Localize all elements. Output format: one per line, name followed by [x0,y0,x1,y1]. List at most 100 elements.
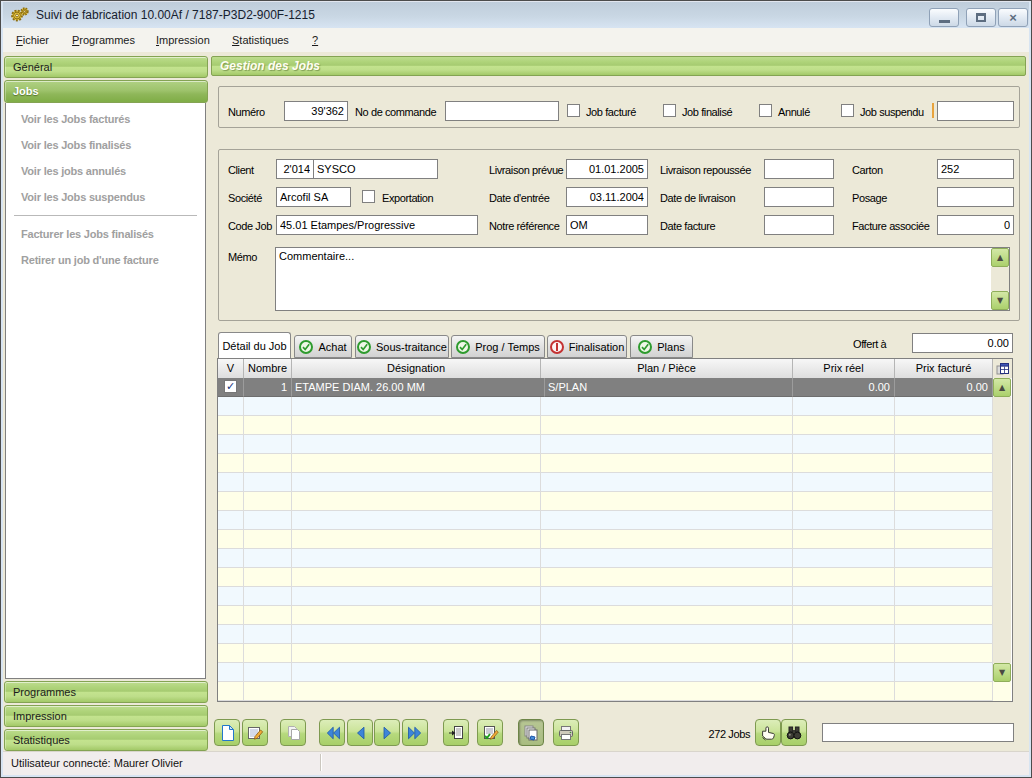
print-button[interactable] [553,719,579,746]
column-settings-button[interactable] [993,359,1012,378]
row-checkbox[interactable]: ✓ [224,380,237,393]
date-facture-input[interactable] [764,215,834,235]
client-name-input[interactable] [313,159,438,179]
table-scroll-track[interactable] [993,397,1011,663]
no-commande-input[interactable] [445,101,559,121]
tab-sous-traitance[interactable]: Sous-traitance [355,335,449,358]
column-header-4[interactable]: Prix réel [793,359,895,378]
code-job-input[interactable] [276,215,478,235]
menu-item-programmes[interactable]: Programmes [72,28,135,50]
sidebar-section-general[interactable]: Général [4,56,208,78]
societe-input[interactable] [276,187,351,207]
copy-document-icon [284,724,302,742]
suspendu-info-input[interactable] [937,101,1014,121]
edit-button[interactable] [242,719,268,746]
table-scroll-up-button[interactable]: ▲ [993,378,1011,397]
tab-label: Achat [318,341,346,353]
memo-textarea[interactable]: Commentaire... [275,247,1010,311]
code-job-label: Code Job [228,219,272,233]
binoculars-icon [785,724,803,742]
column-header-2[interactable]: Désignation [292,359,541,378]
livraison-prevue-input[interactable] [566,159,648,179]
table-row-empty [218,492,1012,511]
tab-d-tail-du-job[interactable]: Détail du Job [218,332,291,358]
job-finalise-checkbox[interactable] [663,104,676,117]
posage-input[interactable] [937,187,1014,207]
sidebar-section-statistiques[interactable]: Statistiques [4,729,208,751]
memo-label: Mémo [228,250,257,264]
menu-item-fichier[interactable]: Fichier [16,28,49,50]
sidebar-section-programmes[interactable]: Programmes [4,681,208,703]
menu-item-?[interactable]: ? [312,28,318,50]
first-button[interactable] [319,719,345,746]
last-button[interactable] [402,719,428,746]
previous-button[interactable] [347,719,373,746]
date-facture-label: Date facture [660,219,715,233]
sidebar-item-5[interactable]: Retirer un job d'une facture [6,247,205,273]
tab-check-icon [638,340,652,354]
assign-button[interactable] [755,719,781,746]
minimize-button[interactable] [929,8,959,27]
column-header-1[interactable]: Nombre [244,359,292,378]
memo-scroll-down-button[interactable]: ▼ [991,291,1009,310]
status-bar: Utilisateur connecté: Maurer Olivier [3,751,1029,775]
status-text: Utilisateur connecté: Maurer Olivier [11,757,183,769]
next-record-icon [379,725,396,741]
duplicate-button[interactable] [518,719,544,746]
maximize-button[interactable] [966,8,996,27]
table-scroll-down-button[interactable]: ▼ [993,663,1011,682]
date-entree-input[interactable] [566,187,648,207]
client-code-input[interactable] [276,159,314,179]
row-check-cell[interactable]: ✓ [218,378,244,397]
annule-checkbox[interactable] [759,104,772,117]
focus-tick [932,103,934,118]
search-button[interactable] [781,719,807,746]
sidebar-section-jobs[interactable]: Jobs [4,80,208,103]
export-button[interactable] [443,719,469,746]
sidebar-item-1[interactable]: Voir les Jobs finalisés [6,132,205,158]
tab-achat[interactable]: Achat [294,335,352,358]
job-suspendu-checkbox[interactable] [841,104,854,117]
sidebar-item-2[interactable]: Voir les jobs annulés [6,158,205,184]
tab-alert-icon [550,340,564,354]
job-facture-checkbox[interactable] [567,104,580,117]
validate-button[interactable] [477,719,503,746]
menu-item-statistiques[interactable]: Statistiques [232,28,289,50]
column-header-0[interactable]: V [218,359,244,378]
table-row-empty [218,435,1012,454]
tab-finalisation[interactable]: Finalisation [547,335,627,358]
facture-associee-input[interactable] [937,215,1014,235]
job-count-label: 272 Jobs [660,727,750,741]
exportation-checkbox[interactable] [362,190,375,203]
sidebar-item-0[interactable]: Voir les Jobs facturés [6,106,205,132]
menu-item-impression[interactable]: Impression [156,28,210,50]
tab-label: Sous-traitance [376,341,447,353]
memo-scroll-up-button[interactable]: ▲ [991,248,1009,267]
column-header-5[interactable]: Prix facturé [895,359,993,378]
memo-scroll-track[interactable] [991,267,1009,291]
search-input[interactable] [822,723,1014,742]
sidebar-item-4[interactable]: Facturer les Jobs finalisés [6,221,205,247]
table-row-empty [218,644,1012,663]
table-row-empty [218,549,1012,568]
numero-input[interactable] [284,101,348,121]
sidebar-section-jobs-label: Jobs [13,85,39,97]
carton-label: Carton [852,163,883,177]
date-livraison-input[interactable] [764,187,834,207]
copy-button[interactable] [280,719,306,746]
tab-prog-temps[interactable]: Prog / Temps [451,335,545,358]
table-row-selected[interactable]: ✓1ETAMPE DIAM. 26.00 MMS/PLAN0.000.00 [218,378,1012,397]
close-button[interactable]: × [998,8,1028,27]
carton-input[interactable] [937,159,1014,179]
offert-a-input[interactable] [912,333,1013,353]
next-button[interactable] [374,719,400,746]
sidebar-section-impression[interactable]: Impression [4,705,208,727]
column-header-3[interactable]: Plan / Pièce [541,359,793,378]
new-button[interactable] [214,719,240,746]
sidebar-item-3[interactable]: Voir les Jobs suspendus [6,184,205,210]
tab-plans[interactable]: Plans [630,335,693,358]
livraison-repoussee-input[interactable] [764,159,834,179]
table-row-empty [218,625,1012,644]
tab-label: Finalisation [569,341,625,353]
notre-reference-input[interactable] [566,215,648,235]
